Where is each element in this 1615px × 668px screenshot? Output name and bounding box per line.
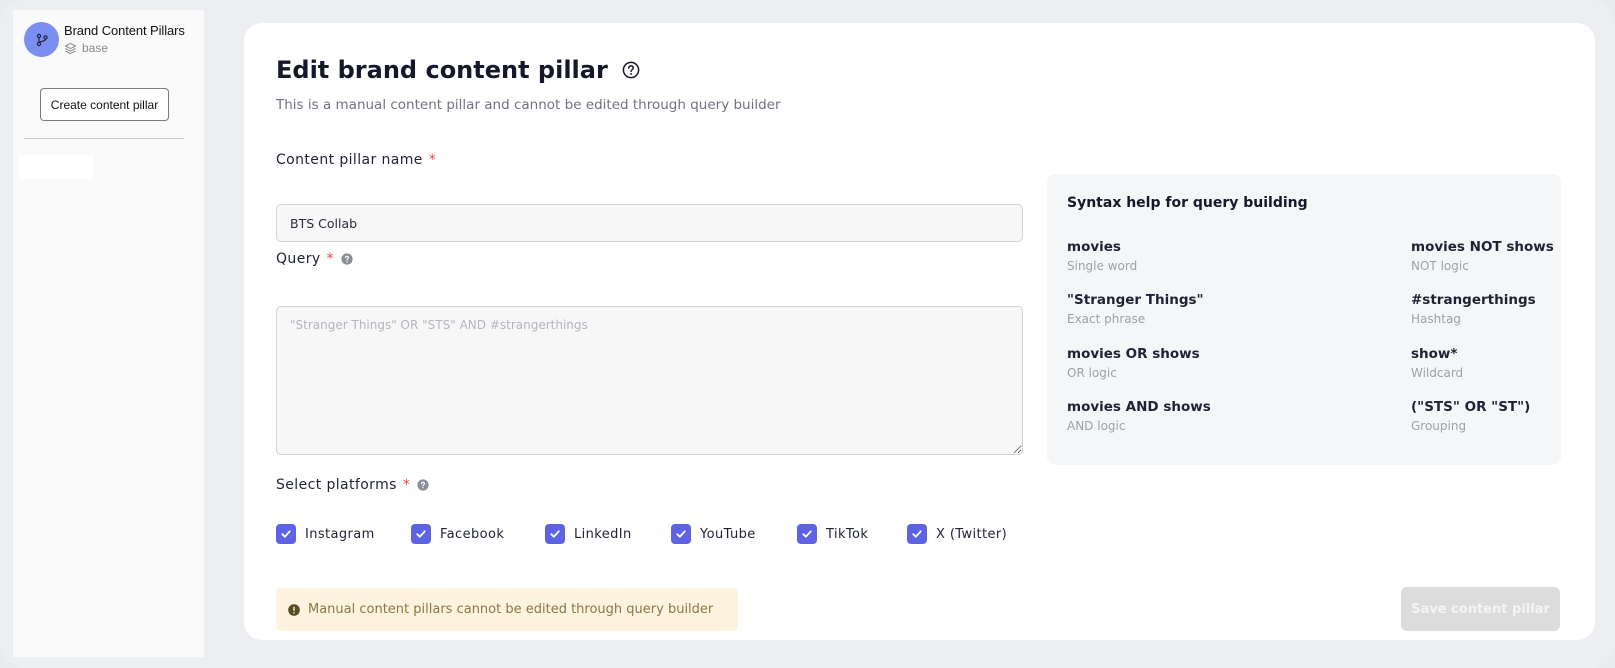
check-icon bbox=[912, 530, 922, 538]
syntax-item: movies Single word bbox=[1067, 239, 1137, 273]
syntax-term: #strangerthings bbox=[1411, 292, 1536, 308]
warning-text: Manual content pillars cannot be edited … bbox=[308, 602, 714, 617]
page-title-text: Edit brand content pillar bbox=[276, 56, 608, 84]
platform-facebook[interactable]: Facebook bbox=[411, 524, 545, 544]
syntax-term: "Stranger Things" bbox=[1067, 292, 1204, 308]
platform-label: Instagram bbox=[305, 526, 375, 542]
checkbox-checked[interactable] bbox=[411, 524, 431, 544]
check-icon bbox=[802, 530, 812, 538]
syntax-desc: OR logic bbox=[1067, 366, 1117, 380]
edit-pillar-card: Edit brand content pillar This is a manu… bbox=[244, 23, 1595, 640]
syntax-item: movies AND shows AND logic bbox=[1067, 399, 1211, 433]
syntax-item: ("STS" OR "ST") Grouping bbox=[1411, 399, 1530, 433]
platform-label: YouTube bbox=[700, 526, 756, 542]
platform-label: X (Twitter) bbox=[936, 526, 1008, 542]
syntax-desc: Hashtag bbox=[1411, 312, 1461, 326]
syntax-term: show* bbox=[1411, 346, 1458, 362]
question-icon[interactable] bbox=[341, 253, 353, 265]
query-textarea[interactable] bbox=[276, 306, 1023, 455]
syntax-desc: Grouping bbox=[1411, 419, 1467, 433]
required-mark: * bbox=[326, 251, 334, 267]
syntax-desc: Single word bbox=[1067, 259, 1138, 273]
required-mark: * bbox=[402, 477, 411, 493]
content-pillar-name-label: Content pillar name * bbox=[276, 152, 436, 168]
check-icon bbox=[676, 530, 686, 538]
platforms-label-text: Select platforms bbox=[276, 477, 397, 493]
platform-linkedin[interactable]: LinkedIn bbox=[545, 524, 671, 544]
page-title: Edit brand content pillar bbox=[276, 56, 640, 84]
app-frame: Brand Content Pillars base Create conten… bbox=[0, 0, 1615, 668]
syntax-help-title: Syntax help for query building bbox=[1067, 195, 1308, 211]
platform-label: Facebook bbox=[440, 526, 505, 542]
name-label-text: Content pillar name bbox=[276, 152, 423, 168]
syntax-desc: NOT logic bbox=[1411, 259, 1469, 273]
branch-label: base bbox=[64, 41, 185, 55]
brand-header[interactable]: Brand Content Pillars base bbox=[24, 22, 185, 57]
syntax-term: movies AND shows bbox=[1067, 399, 1211, 415]
required-mark: * bbox=[428, 152, 437, 168]
page-subtitle: This is a manual content pillar and cann… bbox=[276, 97, 781, 113]
syntax-help-panel: Syntax help for query building movies Si… bbox=[1047, 174, 1561, 465]
branch-icon bbox=[24, 22, 59, 57]
syntax-term: ("STS" OR "ST") bbox=[1411, 399, 1531, 415]
checkbox-checked[interactable] bbox=[276, 524, 296, 544]
check-icon bbox=[281, 530, 291, 538]
save-content-pillar-button[interactable]: Save content pillar bbox=[1401, 587, 1560, 631]
brand-title: Brand Content Pillars bbox=[64, 23, 185, 38]
check-icon bbox=[416, 530, 426, 538]
manual-pillar-warning: Manual content pillars cannot be edited … bbox=[276, 588, 738, 631]
syntax-item: movies NOT shows NOT logic bbox=[1411, 239, 1554, 273]
platform-label: TikTok bbox=[826, 526, 869, 542]
checkbox-checked[interactable] bbox=[545, 524, 565, 544]
syntax-item: show* Wildcard bbox=[1411, 346, 1463, 380]
syntax-item: movies OR shows OR logic bbox=[1067, 346, 1200, 380]
sidebar: Brand Content Pillars base Create conten… bbox=[13, 10, 204, 657]
sidebar-divider bbox=[24, 138, 184, 139]
syntax-desc: Wildcard bbox=[1411, 366, 1464, 380]
select-platforms-label: Select platforms * bbox=[276, 477, 429, 493]
syntax-item: #strangerthings Hashtag bbox=[1411, 292, 1536, 326]
checkbox-checked[interactable] bbox=[671, 524, 691, 544]
sidebar-list-placeholder bbox=[19, 155, 93, 179]
platform-instagram[interactable]: Instagram bbox=[276, 524, 411, 544]
query-label: Query * bbox=[276, 251, 353, 267]
layers-icon bbox=[64, 42, 77, 54]
syntax-item: "Stranger Things" Exact phrase bbox=[1067, 292, 1204, 326]
syntax-term: movies bbox=[1067, 239, 1121, 255]
query-label-text: Query bbox=[276, 251, 321, 267]
syntax-desc: AND logic bbox=[1067, 419, 1126, 433]
platform-tiktok[interactable]: TikTok bbox=[797, 524, 907, 544]
content-pillar-name-input[interactable] bbox=[276, 204, 1023, 242]
help-circle-icon[interactable] bbox=[622, 61, 640, 79]
syntax-term: movies OR shows bbox=[1067, 346, 1200, 362]
syntax-desc: Exact phrase bbox=[1067, 312, 1146, 326]
platform-x-twitter[interactable]: X (Twitter) bbox=[907, 524, 1007, 544]
checkbox-checked[interactable] bbox=[797, 524, 817, 544]
branch-name: base bbox=[82, 41, 109, 55]
create-content-pillar-button[interactable]: Create content pillar bbox=[40, 88, 169, 121]
checkbox-checked[interactable] bbox=[907, 524, 927, 544]
check-icon bbox=[550, 530, 560, 538]
alert-circle-icon bbox=[288, 603, 300, 616]
platform-youtube[interactable]: YouTube bbox=[671, 524, 797, 544]
platform-checkbox-group: Instagram Facebook LinkedIn YouTube TikT… bbox=[276, 524, 1007, 544]
question-icon[interactable] bbox=[417, 479, 429, 491]
syntax-term: movies NOT shows bbox=[1411, 239, 1554, 255]
platform-label: LinkedIn bbox=[574, 526, 632, 542]
